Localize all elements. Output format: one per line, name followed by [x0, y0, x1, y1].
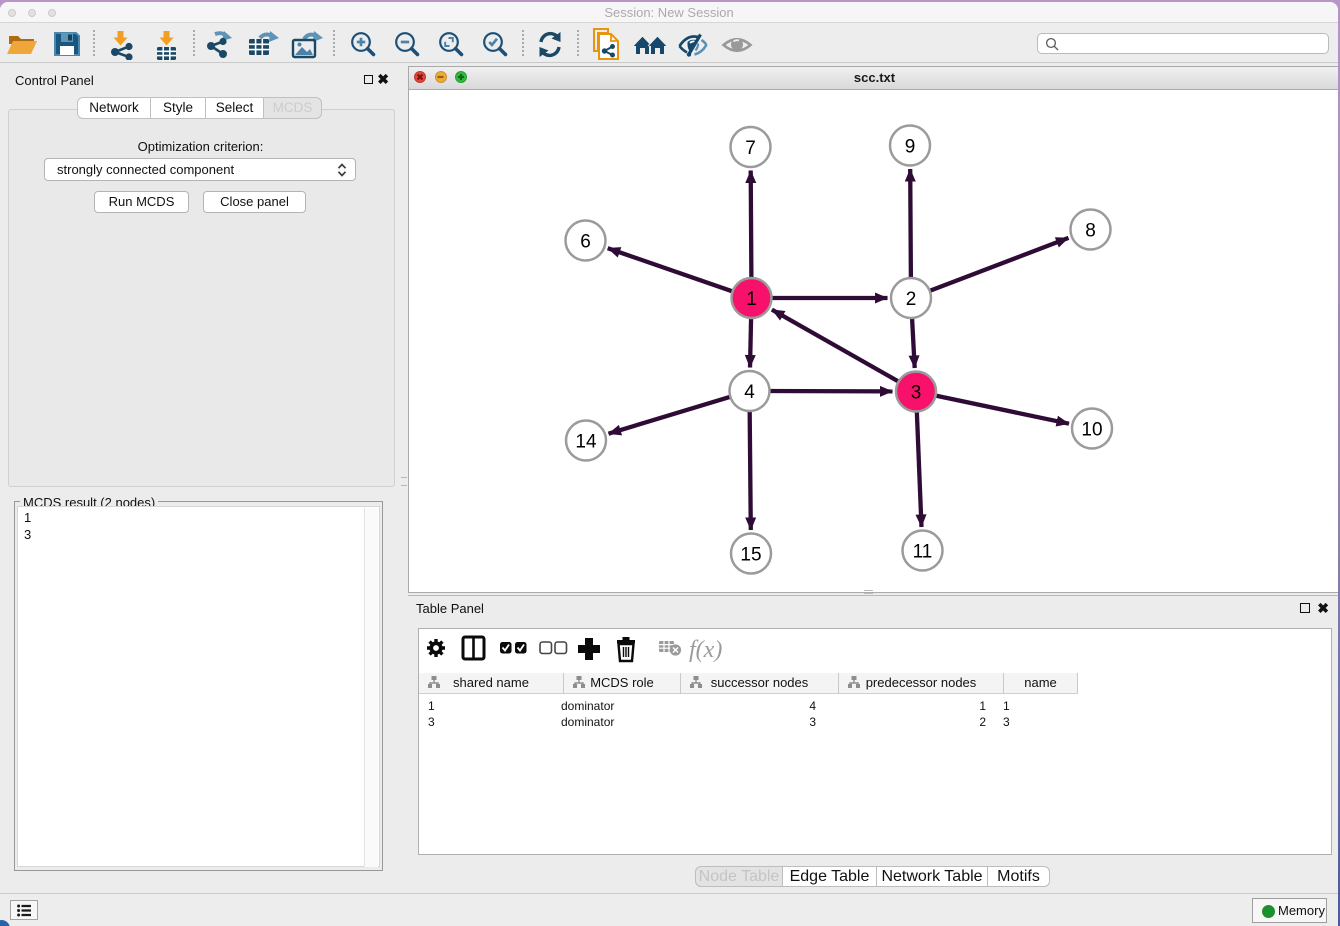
svg-text:8: 8 — [1085, 221, 1096, 242]
svg-text:1: 1 — [746, 289, 757, 310]
svg-text:3: 3 — [911, 383, 922, 404]
svg-text:15: 15 — [740, 545, 761, 566]
svg-text:7: 7 — [745, 138, 756, 159]
svg-text:11: 11 — [913, 542, 933, 563]
svg-text:9: 9 — [905, 137, 916, 158]
svg-text:2: 2 — [906, 289, 917, 310]
svg-text:6: 6 — [580, 232, 591, 253]
svg-text:f(x): f(x) — [689, 637, 722, 663]
svg-text:4: 4 — [744, 382, 755, 403]
svg-text:14: 14 — [575, 432, 597, 453]
svg-text:10: 10 — [1081, 420, 1102, 441]
